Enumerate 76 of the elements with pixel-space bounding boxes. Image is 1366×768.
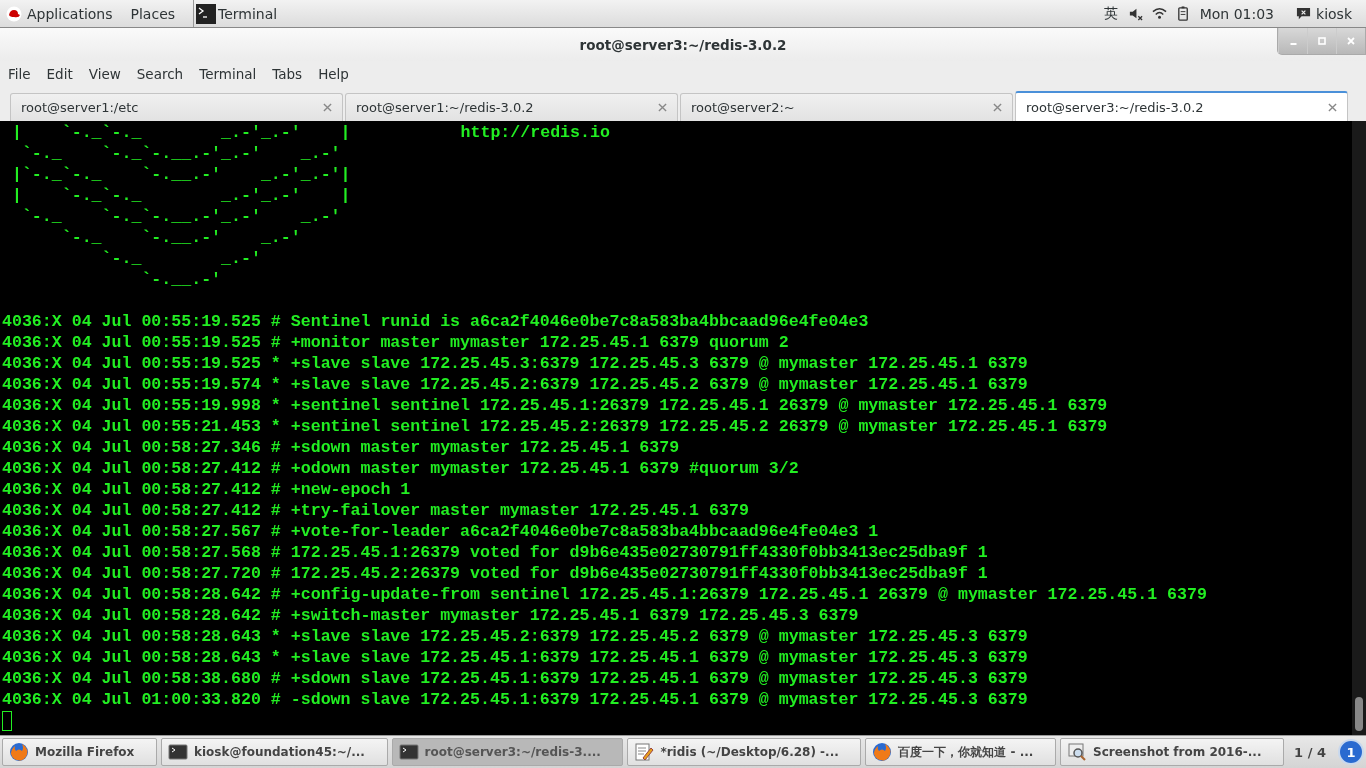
text-cursor: [2, 710, 12, 731]
terminal-icon: [398, 742, 419, 762]
taskbar-item[interactable]: Mozilla Firefox: [2, 738, 157, 766]
log-line: 4036:X 04 Jul 00:55:19.525 # Sentinel runid is a6ca2f4046e0be7c8a583ba4bbcaad96e4fe04e3: [2, 312, 869, 331]
log-line: 4036:X 04 Jul 00:58:27.720 # 172.25.45.2:26379 voted for d9b6e435e02730791ff4330f0bb3413ec25dba9f 1: [2, 564, 988, 583]
minimize-icon: [1289, 43, 1297, 45]
wifi-icon[interactable]: [1151, 6, 1167, 21]
panel-menu[interactable]: Places: [130, 5, 176, 22]
battery-icon[interactable]: [1175, 6, 1191, 21]
clock[interactable]: Mon 01:03: [1199, 5, 1275, 22]
user-menu[interactable]: kiosk: [1316, 5, 1352, 22]
log-line: 4036:X 04 Jul 00:58:27.346 # +sdown master mymaster 172.25.45.1 6379: [2, 438, 680, 457]
log-line: 4036:X 04 Jul 00:58:28.643 * +slave slave 172.25.45.1:6379 172.25.45.1 6379 @ mymaster 172.25.45.3 6379: [2, 648, 1028, 667]
terminal-icon: [167, 742, 188, 762]
log-line: 4036:X 04 Jul 00:58:27.412 # +new-epoch 1: [2, 480, 411, 499]
maximize-icon: [1317, 36, 1327, 46]
menu-item[interactable]: Edit: [46, 66, 73, 82]
taskbar-item[interactable]: kiosk@foundation45:~/...: [160, 738, 388, 766]
scrollbar-thumb[interactable]: [1355, 697, 1363, 731]
menu-item[interactable]: View: [88, 66, 121, 82]
ascii-art-line: `-.__.-': [140, 270, 222, 289]
ascii-art-line: `-._ _.-': [100, 249, 261, 268]
close-tab-icon[interactable]: [1328, 102, 1337, 112]
log-line: 4036:X 04 Jul 00:58:28.643 * +slave slave 172.25.45.2:6379 172.25.45.2 6379 @ mymaster 172.25.45.3 6379: [2, 627, 1028, 646]
menu-item[interactable]: Search: [136, 66, 184, 82]
close-icon: [1346, 36, 1356, 46]
log-line: 4036:X 04 Jul 00:58:28.642 # +switch-master mymaster 172.25.45.1 6379 172.25.45.3 6379: [2, 606, 859, 625]
log-line: 4036:X 04 Jul 00:58:27.568 # 172.25.45.1:26379 voted for d9b6e435e02730791ff4330f0bb3413ec25dba9f 1: [2, 543, 988, 562]
menu-item[interactable]: Tabs: [272, 66, 303, 82]
menu-item[interactable]: File: [8, 66, 31, 82]
log-line: 4036:X 04 Jul 00:58:38.680 # +sdown slave 172.25.45.1:6379 172.25.45.1 6379 @ mymaster 172.25.45.3 6379: [2, 669, 1028, 688]
terminal-tab[interactable]: root@server1:~/redis-3.0.2: [345, 93, 678, 121]
app-menu-button[interactable]: Terminal: [193, 0, 278, 27]
terminal-tab[interactable]: root@server3:~/redis-3.0.2: [1015, 91, 1348, 121]
scrollbar[interactable]: [1352, 121, 1366, 735]
panel-menu[interactable]: Applications: [27, 5, 113, 22]
log-line: 4036:X 04 Jul 00:55:19.525 # +monitor master mymaster 172.25.45.1 6379 quorum 2: [2, 333, 789, 352]
terminal-tab[interactable]: root@server1:/etc: [10, 93, 343, 121]
terminal-tab[interactable]: root@server2:~: [680, 93, 1013, 121]
hat-logo-icon[interactable]: [6, 5, 22, 22]
log-line: 4036:X 04 Jul 00:55:19.525 * +slave slave 172.25.45.3:6379 172.25.45.3 6379 @ mymaster 172.25.45.1 6379: [2, 354, 1028, 373]
ascii-art-line: | `-._`-._ _.-'_.-' |: [10, 186, 351, 205]
ascii-art-line: |`-._`-._ `-.__.-' _.-'_.-'|: [10, 165, 351, 184]
ascii-art-line: `-._ `-._`-.__.-'_.-' _.-': [20, 144, 341, 163]
log-line: 4036:X 04 Jul 00:58:28.642 # +config-update-from sentinel 172.25.45.1:26379 172.25.45.1 26379 @ mymaster 172.25.45.1 6379: [2, 585, 1207, 604]
log-line: 4036:X 04 Jul 00:58:27.412 # +odown master mymaster 172.25.45.1 6379 #quorum 3/2: [2, 459, 799, 478]
log-line: 4036:X 04 Jul 00:58:27.567 # +vote-for-leader a6ca2f4046e0be7c8a583ba4bbcaad96e4fe04e3 1: [2, 522, 879, 541]
close-tab-icon[interactable]: [993, 103, 1002, 112]
log-line: 4036:X 04 Jul 00:55:19.574 * +slave slave 172.25.45.2:6379 172.25.45.2 6379 @ mymaster 172.25.45.1 6379: [2, 375, 1028, 394]
taskbar-item[interactable]: root@server3:~/redis-3....: [391, 738, 624, 766]
ascii-art-line: `-._ `-.__.-' _.-': [60, 228, 301, 247]
globe-fox-icon: [9, 742, 29, 762]
ascii-art-line: | `-._`-._ _.-'_.-' |: [10, 123, 351, 142]
notification-badge[interactable]: 1: [1338, 739, 1364, 765]
log-line: 4036:X 04 Jul 00:58:27.412 # +try-failover master mymaster 172.25.45.1 6379: [2, 501, 749, 520]
url-text: http://redis.io: [460, 123, 610, 142]
workspace-indicator[interactable]: 1 / 4: [1294, 744, 1326, 760]
close-tab-icon[interactable]: [323, 103, 332, 112]
menu-item[interactable]: Help: [318, 66, 349, 82]
globe-fox-icon: [872, 742, 893, 762]
log-line: 4036:X 04 Jul 01:00:33.820 # -sdown slave 172.25.45.1:6379 172.25.45.1 6379 @ mymaster 172.25.45.3 6379: [2, 690, 1028, 709]
chat-bubble-icon[interactable]: [1296, 6, 1312, 21]
terminal-screen[interactable]: [0, 121, 1366, 735]
ascii-art-line: `-._ `-._`-.__.-'_.-' _.-': [20, 207, 341, 226]
log-line: 4036:X 04 Jul 00:55:19.998 * +sentinel sentinel 172.25.45.1:26379 172.25.45.1 26379 @ mymaster 172.25.45.1 6379: [2, 396, 1108, 415]
terminal-icon: [196, 2, 217, 25]
taskbar-item[interactable]: Screenshot from 2016-...: [1060, 738, 1285, 766]
menu-item[interactable]: Terminal: [199, 66, 257, 82]
taskbar-item[interactable]: 百度一下，你就知道 - ...: [865, 738, 1056, 766]
image-magnifier-icon: [1067, 742, 1087, 762]
input-method-indicator[interactable]: 英: [1103, 4, 1118, 23]
taskbar-item[interactable]: *ridis (~/Desktop/6.28) -...: [627, 738, 862, 766]
log-line: 4036:X 04 Jul 00:55:21.453 * +sentinel sentinel 172.25.45.2:26379 172.25.45.2 26379 @ mymaster 172.25.45.1 6379: [2, 417, 1108, 436]
window-title: root@server3:~/redis-3.0.2: [579, 36, 787, 53]
notepad-pencil-icon: [634, 742, 655, 762]
close-tab-icon[interactable]: [658, 103, 667, 112]
